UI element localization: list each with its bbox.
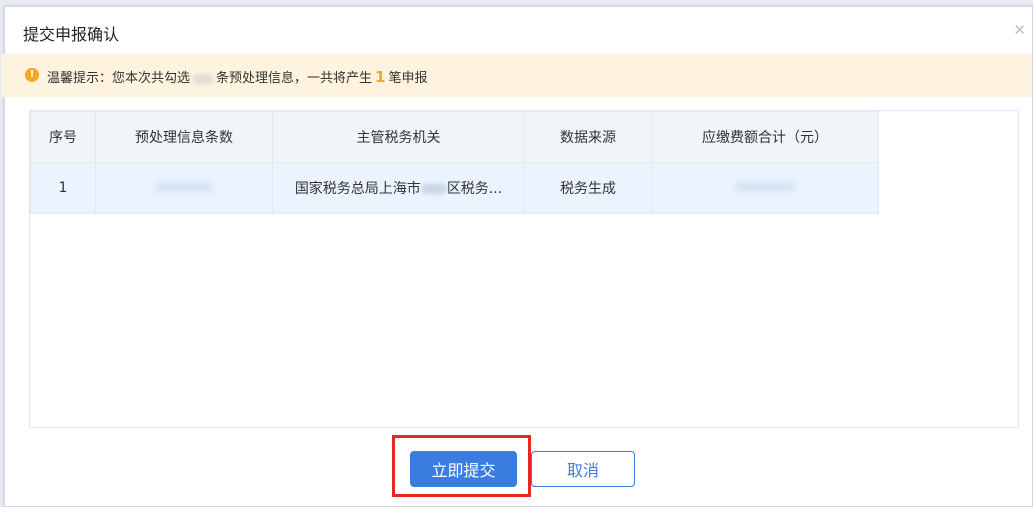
- table-row[interactable]: 1 国家税务总局上海市 区税务... 税务生成: [30, 162, 879, 214]
- header-amount-total: 应缴费额合计（元）: [651, 111, 879, 163]
- dialog-title: 提交申报确认: [23, 25, 120, 44]
- table-panel: 序号 预处理信息条数 主管税务机关 数据来源 应缴费额合计（元） 1 国家税务总…: [29, 110, 1019, 428]
- header-record-count: 预处理信息条数: [95, 111, 273, 163]
- cell-tax-authority: 国家税务总局上海市 区税务...: [272, 162, 525, 214]
- redacted-count: [192, 73, 215, 84]
- dialog-footer: 立即提交 取消: [5, 447, 1032, 497]
- redacted-district: [420, 184, 447, 194]
- authority-suffix: 区税务...: [446, 181, 503, 197]
- header-tax-authority: 主管税务机关: [272, 111, 525, 163]
- info-icon: !: [25, 68, 39, 82]
- cancel-button[interactable]: 取消: [531, 451, 635, 487]
- header-data-source: 数据来源: [524, 111, 652, 163]
- notice-text: 温馨提示：您本次共勾选 条预处理信息，一共将产生 1 笔申报: [47, 67, 427, 86]
- cell-record-count: [95, 162, 273, 214]
- declaration-count: 1: [375, 68, 386, 86]
- redacted-amount: [735, 182, 795, 192]
- submit-confirm-dialog: 提交申报确认 ✕ ! 温馨提示：您本次共勾选 条预处理信息，一共将产生 1 笔申报 序…: [1, 6, 1033, 507]
- notice-prefix: 温馨提示：您本次共勾选: [47, 71, 191, 86]
- dialog-title-bar: 提交申报确认 ✕: [5, 7, 1032, 53]
- submit-button[interactable]: 立即提交: [410, 451, 517, 487]
- header-index: 序号: [30, 111, 96, 163]
- notice-banner: ! 温馨提示：您本次共勾选 条预处理信息，一共将产生 1 笔申报: [1, 54, 1032, 97]
- notice-middle: 条预处理信息，一共将产生: [216, 71, 373, 86]
- close-icon[interactable]: ✕: [1013, 21, 1026, 39]
- table-header-row: 序号 预处理信息条数 主管税务机关 数据来源 应缴费额合计（元）: [30, 111, 879, 163]
- redacted-value: [154, 182, 214, 192]
- cell-amount-total: [651, 162, 879, 214]
- cell-data-source: 税务生成: [524, 162, 652, 214]
- declaration-table: 序号 预处理信息条数 主管税务机关 数据来源 应缴费额合计（元） 1 国家税务总…: [30, 111, 879, 214]
- cell-index: 1: [30, 162, 96, 214]
- notice-suffix: 笔申报: [388, 71, 428, 86]
- authority-prefix: 国家税务总局上海市: [294, 181, 421, 197]
